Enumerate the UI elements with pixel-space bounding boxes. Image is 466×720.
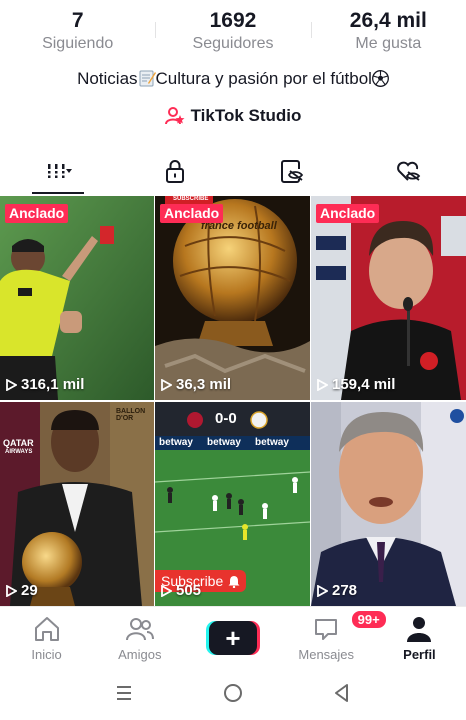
profile-stats: 7 Siguiendo 1692 Seguidores 26,4 mil Me …	[0, 8, 466, 56]
home-circle-icon[interactable]	[222, 682, 244, 704]
video-thumbnail[interactable]: 0-0 betway betway betway Subscribe 505	[155, 402, 310, 606]
video-grid: Anclado 316,1 mil SUBSCRIBE france footb…	[0, 196, 466, 606]
pinned-badge: Anclado	[5, 204, 69, 223]
view-count: 159,4 mil	[317, 376, 395, 393]
bio-text-part1: Noticias	[77, 69, 138, 88]
messages-icon	[315, 619, 338, 640]
bio-text-part2: Cultura y pasión por el fútbol	[155, 69, 372, 88]
sponsor-board-text-2: betway	[207, 437, 241, 448]
tab-liked[interactable]	[350, 148, 466, 194]
nav-create[interactable]: +	[186, 607, 279, 666]
pinned-badge: Anclado	[316, 204, 380, 223]
bell-icon	[228, 575, 240, 588]
sponsor-sub-overlay-text: AIRWAYS	[5, 449, 33, 455]
studio-label: TikTok Studio	[190, 106, 302, 125]
following-count: 7	[71, 9, 84, 32]
heart-eye-off-icon	[396, 161, 420, 181]
nav-messages-label: Mensajes	[298, 647, 355, 662]
play-icon	[161, 584, 172, 597]
back-triangle-icon[interactable]	[331, 682, 353, 704]
video-thumbnail[interactable]: 278	[311, 402, 466, 606]
score-overlay-text: 0-0	[215, 410, 237, 427]
play-icon	[161, 378, 172, 391]
nav-friends[interactable]: Amigos	[93, 607, 186, 666]
pinned-badge: Anclado	[160, 204, 224, 223]
nav-profile-label: Perfil	[403, 647, 436, 662]
profile-bio: Noticias Cultura y pasión por el fútbol	[0, 68, 466, 90]
view-count: 316,1 mil	[6, 376, 84, 393]
tiktok-studio-link[interactable]: TikTok Studio	[0, 106, 466, 126]
lock-icon	[165, 160, 184, 183]
sponsor-board-text: betway	[159, 437, 193, 448]
video-thumbnail[interactable]: Anclado 316,1 mil	[0, 196, 154, 400]
followers-label: Seguidores	[192, 35, 274, 52]
memo-emoji-icon	[139, 70, 156, 87]
likes-label: Me gusta	[355, 35, 422, 52]
video-thumbnail[interactable]: Anclado 159,4 mil	[311, 196, 466, 400]
sponsor-overlay-text: QATAR	[3, 438, 34, 448]
system-navigation-bar	[0, 666, 466, 720]
stat-likes[interactable]: 26,4 mil Me gusta	[310, 8, 466, 56]
player-with-trophy-thumbnail-image	[0, 402, 154, 606]
nav-home-label: Inicio	[31, 647, 62, 662]
view-count-value: 36,3 mil	[176, 376, 232, 393]
soccer-ball-emoji-icon	[371, 70, 389, 87]
nav-home[interactable]: Inicio	[0, 607, 93, 666]
friends-icon	[125, 618, 154, 641]
view-count-value: 159,4 mil	[332, 376, 396, 393]
nav-friends-label: Amigos	[118, 647, 162, 662]
play-icon	[317, 584, 328, 597]
video-thumbnail[interactable]: SUBSCRIBE france football Anclado 36,3 m…	[155, 196, 310, 400]
view-count-value: 505	[176, 582, 202, 599]
view-count-value: 29	[21, 582, 38, 599]
referee-thumbnail-image	[0, 196, 154, 400]
ballon-dor-overlay-text: BALLON D'OR	[116, 408, 146, 422]
play-icon	[6, 378, 17, 391]
tab-reposts[interactable]	[233, 148, 350, 194]
following-label: Siguiendo	[42, 35, 114, 52]
view-count: 29	[6, 582, 38, 599]
stat-following[interactable]: 7 Siguiendo	[0, 8, 155, 56]
profile-tabs	[0, 148, 466, 194]
view-count-value: 316,1 mil	[21, 376, 85, 393]
nav-messages[interactable]: Mensajes 99+	[280, 607, 388, 666]
view-count: 36,3 mil	[161, 376, 231, 393]
profile-icon	[407, 617, 432, 642]
nav-profile[interactable]: Perfil	[373, 607, 466, 666]
video-thumbnail[interactable]: QATAR AIRWAYS BALLON D'OR 29	[0, 402, 154, 606]
sponsor-board-text-3: betway	[255, 437, 289, 448]
view-count: 505	[161, 582, 201, 599]
create-button[interactable]: +	[206, 621, 260, 655]
view-count-value: 278	[332, 582, 358, 599]
play-icon	[317, 378, 328, 391]
press-conference-thumbnail-image	[311, 196, 466, 400]
interview-thumbnail-image	[311, 402, 466, 606]
stat-followers[interactable]: 1692 Seguidores	[155, 8, 310, 56]
home-icon	[34, 617, 59, 641]
view-count: 278	[317, 582, 357, 599]
videos-grid-icon	[46, 164, 73, 178]
play-icon	[6, 584, 17, 597]
plus-icon: +	[209, 621, 257, 655]
tab-private[interactable]	[117, 148, 234, 194]
subscribe-overlay-text: SUBSCRIBE	[173, 196, 209, 202]
studio-person-icon	[164, 107, 185, 125]
likes-count: 26,4 mil	[349, 9, 427, 32]
recent-apps-icon[interactable]	[113, 682, 135, 704]
followers-count: 1692	[209, 9, 257, 32]
tab-videos[interactable]	[0, 148, 117, 194]
bottom-navigation: Inicio Amigos + Mensajes 99+ Perfil	[0, 606, 466, 666]
repost-eye-off-icon	[281, 160, 304, 183]
